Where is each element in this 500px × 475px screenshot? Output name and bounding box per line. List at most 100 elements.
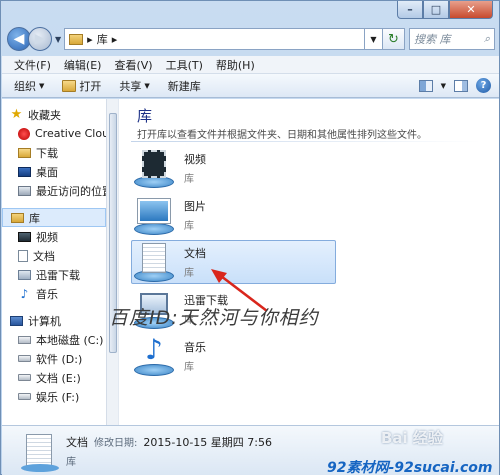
close-button[interactable]: ✕ xyxy=(449,1,493,19)
nav-item-label: 迅雷下载 xyxy=(36,268,80,282)
open-button[interactable]: 打开 xyxy=(62,78,101,94)
search-input[interactable]: 搜索 库 ⌕ xyxy=(409,28,495,50)
nav-item-creative-cloud[interactable]: Creative Cloud xyxy=(2,124,106,143)
nav-item-thunder-downloads[interactable]: 迅雷下载 xyxy=(2,265,106,284)
nav-item-downloads[interactable]: 下载 xyxy=(2,143,106,162)
baidu-watermark: Bai 经验 xyxy=(381,429,443,447)
nav-item-label: 视频 xyxy=(36,230,58,244)
menu-file[interactable]: 文件(F) xyxy=(14,57,51,73)
picture-library-icon xyxy=(132,195,176,235)
nav-item-label: 文档 (E:) xyxy=(36,371,81,385)
nav-item-drive-f[interactable]: 娱乐 (F:) xyxy=(2,387,106,406)
explorer-window: – □ ✕ ◀ ▶ ▼ ▸ 库 ▸ ▼ ↻ 搜索 库 ⌕ 文件(F) 编辑(E)… xyxy=(0,0,500,475)
nav-computer-label: 计算机 xyxy=(28,314,61,328)
help-icon[interactable]: ? xyxy=(476,78,491,93)
library-item-name: 图片 xyxy=(184,200,206,213)
system-drive-icon xyxy=(18,335,31,344)
view-controls: ▼ ? xyxy=(418,78,499,93)
address-bar[interactable]: ▸ 库 ▸ xyxy=(64,28,365,50)
nav-item-music[interactable]: ♪ 音乐 xyxy=(2,284,106,303)
nav-item-label: Creative Cloud xyxy=(35,127,106,140)
page-title: 库 xyxy=(137,107,153,125)
chevron-down-icon: ▼ xyxy=(144,81,150,90)
address-row: ◀ ▶ ▼ ▸ 库 ▸ ▼ ↻ 搜索 库 ⌕ xyxy=(7,25,495,53)
nav-item-drive-e[interactable]: 文档 (E:) xyxy=(2,368,106,387)
maximize-button[interactable]: □ xyxy=(423,1,449,19)
window-controls: – □ ✕ xyxy=(397,1,493,19)
nav-item-label: 软件 (D:) xyxy=(36,352,83,366)
menu-edit[interactable]: 编辑(E) xyxy=(64,57,102,73)
organize-button[interactable]: 组织 ▼ xyxy=(14,78,44,94)
new-library-button[interactable]: 新建库 xyxy=(168,78,201,94)
address-segment-library[interactable]: 库 xyxy=(97,31,108,47)
library-item-videos[interactable]: 视频 库 xyxy=(131,146,336,190)
menu-view[interactable]: 查看(V) xyxy=(114,57,152,73)
refresh-icon: ↻ xyxy=(388,31,399,47)
download-library-icon xyxy=(18,269,31,280)
arrow-left-icon: ◀ xyxy=(13,31,25,47)
new-library-label: 新建库 xyxy=(167,79,201,93)
library-view: 库 打开库以查看文件并根据文件夹、日期和其他属性排列这些文件。 视频 库 图片 … xyxy=(118,99,499,425)
star-icon: ★ xyxy=(10,107,23,122)
content-area: ★ 收藏夹 Creative Cloud 下载 桌面 最近访问的位置 库 xyxy=(2,99,499,425)
library-item-type: 库 xyxy=(184,221,194,232)
video-icon xyxy=(18,231,31,242)
share-button[interactable]: 共享 ▼ xyxy=(119,78,149,94)
nav-computer[interactable]: 计算机 xyxy=(2,311,106,330)
address-separator-2[interactable]: ▸ xyxy=(112,33,118,46)
library-item-pictures[interactable]: 图片 库 xyxy=(131,193,336,237)
library-item-name: 音乐 xyxy=(184,341,206,354)
address-dropdown[interactable]: ▼ xyxy=(365,28,383,50)
nav-item-drive-d[interactable]: 软件 (D:) xyxy=(2,349,106,368)
navigation-pane: ★ 收藏夹 Creative Cloud 下载 桌面 最近访问的位置 库 xyxy=(2,99,118,425)
arrow-right-icon: ▶ xyxy=(34,31,46,47)
divider xyxy=(131,141,481,142)
nav-item-desktop[interactable]: 桌面 xyxy=(2,162,106,181)
music-note-icon: ♪ xyxy=(20,286,29,301)
preview-pane-icon[interactable] xyxy=(454,79,468,92)
library-item-type: 库 xyxy=(184,174,194,185)
nav-item-videos[interactable]: 视频 xyxy=(2,227,106,246)
details-modified-value: 2015-10-15 星期四 7:56 xyxy=(143,435,272,449)
site-watermark: 92素材网-92sucai.com xyxy=(327,460,493,475)
open-label: 打开 xyxy=(79,79,102,93)
music-library-icon: ♪ xyxy=(132,336,176,376)
library-item-type: 库 xyxy=(184,362,194,373)
minimize-button[interactable]: – xyxy=(397,1,423,19)
library-item-documents[interactable]: 文档 库 xyxy=(131,240,336,284)
nav-item-label: 文档 xyxy=(33,249,55,263)
command-bar: 组织 ▼ 打开 共享 ▼ 新建库 ▼ ? xyxy=(2,74,499,98)
open-folder-icon xyxy=(62,79,77,92)
navigation-scrollbar[interactable] xyxy=(106,99,118,425)
library-item-music[interactable]: ♪ 音乐 库 xyxy=(131,334,336,378)
nav-favorites[interactable]: ★ 收藏夹 xyxy=(2,105,106,124)
document-library-icon xyxy=(21,433,59,472)
view-dropdown-icon[interactable]: ▼ xyxy=(441,82,446,90)
library-icon xyxy=(11,212,24,223)
nav-item-drive-c[interactable]: 本地磁盘 (C:) xyxy=(2,330,106,349)
nav-item-label: 下载 xyxy=(36,146,58,160)
drive-icon xyxy=(18,355,31,362)
nav-libraries[interactable]: 库 xyxy=(2,208,106,227)
refresh-button[interactable]: ↻ xyxy=(383,28,405,50)
menu-tools[interactable]: 工具(T) xyxy=(166,57,203,73)
share-label: 共享 xyxy=(119,79,142,93)
recent-pages-dropdown[interactable]: ▼ xyxy=(55,35,61,44)
computer-icon xyxy=(10,315,23,326)
menu-help[interactable]: 帮助(H) xyxy=(216,57,255,73)
menu-bar: 文件(F) 编辑(E) 查看(V) 工具(T) 帮助(H) xyxy=(2,56,499,74)
change-view-icon[interactable] xyxy=(418,79,433,92)
author-watermark: 百度ID:天然河与你相约 xyxy=(109,307,319,329)
details-modified-label: 修改日期: xyxy=(94,437,138,449)
address-separator[interactable]: ▸ xyxy=(87,33,93,46)
document-library-icon xyxy=(132,242,176,282)
nav-item-recent-places[interactable]: 最近访问的位置 xyxy=(2,181,106,200)
drive-icon xyxy=(18,374,31,381)
forward-button[interactable]: ▶ xyxy=(28,27,52,51)
chevron-down-icon: ▼ xyxy=(39,81,45,90)
organize-label: 组织 xyxy=(14,79,36,93)
nav-item-documents[interactable]: 文档 xyxy=(2,246,106,265)
library-item-name: 视频 xyxy=(184,153,206,166)
downloads-folder-icon xyxy=(18,147,31,158)
nav-libraries-label: 库 xyxy=(29,211,40,225)
